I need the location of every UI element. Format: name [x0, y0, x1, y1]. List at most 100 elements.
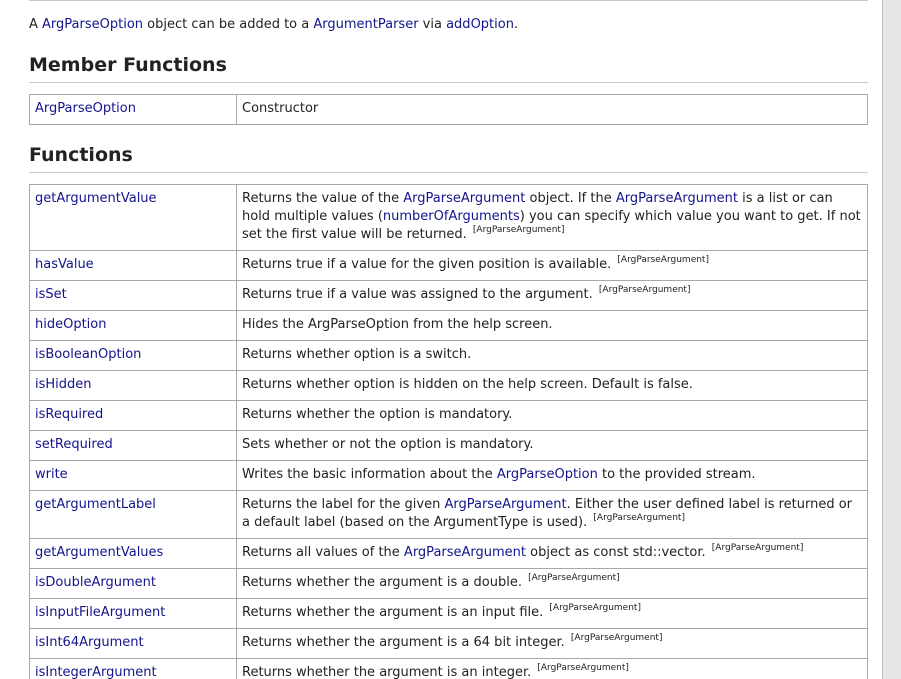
function-description-cell: Returns whether the argument is a double… — [236, 568, 868, 599]
function-name-cell: setRequired — [29, 430, 237, 461]
function-link[interactable]: hideOption — [35, 317, 107, 332]
member-functions-table: ArgParseOption Constructor — [29, 94, 868, 125]
source-class-ref[interactable]: [ArgParseArgument] — [593, 513, 685, 523]
inline-type-link[interactable]: ArgParseOption — [497, 467, 598, 482]
function-link[interactable]: getArgumentLabel — [35, 497, 156, 512]
intro-paragraph: A ArgParseOption object can be added to … — [29, 16, 869, 34]
description-text: Returns all values of the — [242, 545, 404, 560]
function-name-cell: getArgumentLabel — [29, 490, 237, 539]
intro-suffix: . — [513, 17, 519, 32]
description-text: Sets whether or not the option is mandat… — [242, 437, 534, 452]
scrollbar-border — [882, 0, 883, 679]
function-link[interactable]: isHidden — [35, 377, 92, 392]
member-functions-heading: Member Functions — [29, 53, 868, 83]
description-text: object as const std::vector. — [526, 545, 706, 560]
function-name-cell: isInt64Argument — [29, 628, 237, 659]
description-text: Returns the value of the — [242, 191, 404, 206]
top-divider — [29, 0, 868, 1]
link-argparseoption[interactable]: ArgParseOption — [42, 17, 143, 32]
source-class-ref[interactable]: [ArgParseArgument] — [473, 225, 565, 235]
function-name-cell: isInputFileArgument — [29, 598, 237, 629]
function-link[interactable]: ArgParseOption — [35, 101, 136, 116]
source-class-ref[interactable]: [ArgParseArgument] — [528, 573, 620, 583]
intro-prefix: A — [29, 17, 43, 32]
function-name-cell: ArgParseOption — [29, 94, 237, 125]
function-link[interactable]: isIntegerArgument — [35, 665, 157, 679]
function-description-cell: Returns whether the argument is a 64 bit… — [236, 628, 868, 659]
function-link[interactable]: isInputFileArgument — [35, 605, 165, 620]
table-row: isRequired Returns whether the option is … — [29, 400, 868, 431]
function-description-cell: Returns the value of the ArgParseArgumen… — [236, 184, 868, 251]
functions-heading: Functions — [29, 143, 868, 173]
scrollbar-track[interactable] — [882, 0, 901, 679]
table-row: isHidden Returns whether option is hidden… — [29, 370, 868, 401]
link-argumentparser[interactable]: ArgumentParser — [313, 17, 418, 32]
source-class-ref[interactable]: [ArgParseArgument] — [712, 543, 804, 553]
function-description-cell: Returns true if a value was assigned to … — [236, 280, 868, 311]
function-link[interactable]: isSet — [35, 287, 67, 302]
description-text: Hides the ArgParseOption from the help s… — [242, 317, 553, 332]
description-text: Constructor — [242, 101, 319, 116]
function-description-cell: Hides the ArgParseOption from the help s… — [236, 310, 868, 341]
function-description-cell: Returns true if a value for the given po… — [236, 250, 868, 281]
function-link[interactable]: hasValue — [35, 257, 94, 272]
description-text: Returns whether the argument is a 64 bit… — [242, 635, 565, 650]
function-description-cell: Returns whether the argument is an input… — [236, 598, 868, 629]
description-text: Returns whether option is a switch. — [242, 347, 472, 362]
function-description-cell: Sets whether or not the option is mandat… — [236, 430, 868, 461]
function-name-cell: getArgumentValues — [29, 538, 237, 569]
function-description-cell: Returns the label for the given ArgParse… — [236, 490, 868, 539]
description-text: Returns the label for the given — [242, 497, 445, 512]
table-row: isBooleanOption Returns whether option is… — [29, 340, 868, 371]
table-row: ArgParseOption Constructor — [29, 94, 868, 125]
function-name-cell: isDoubleArgument — [29, 568, 237, 599]
function-description-cell: Returns whether the option is mandatory. — [236, 400, 868, 431]
function-link[interactable]: isInt64Argument — [35, 635, 144, 650]
function-name-cell: isRequired — [29, 400, 237, 431]
table-row: setRequired Sets whether or not the optio… — [29, 430, 868, 461]
function-name-cell: isSet — [29, 280, 237, 311]
function-link[interactable]: isRequired — [35, 407, 103, 422]
table-row: getArgumentValues Returns all values of t… — [29, 538, 868, 569]
table-row: isIntegerArgument Returns whether the arg… — [29, 658, 868, 679]
doc-page: A ArgParseOption object can be added to … — [0, 0, 882, 679]
table-row: isDoubleArgument Returns whether the argu… — [29, 568, 868, 599]
inline-type-link[interactable]: ArgParseArgument — [444, 497, 566, 512]
table-row: isSet Returns true if a value was assigne… — [29, 280, 868, 311]
description-text: Writes the basic information about the — [242, 467, 497, 482]
function-name-cell: isBooleanOption — [29, 340, 237, 371]
function-link[interactable]: isDoubleArgument — [35, 575, 156, 590]
inline-type-link[interactable]: numberOfArguments — [383, 209, 520, 224]
table-row: hasValue Returns true if a value for the … — [29, 250, 868, 281]
function-description-cell: Writes the basic information about the A… — [236, 460, 868, 491]
function-description-cell: Constructor — [236, 94, 868, 125]
description-text: Returns whether option is hidden on the … — [242, 377, 693, 392]
description-text: to the provided stream. — [597, 467, 756, 482]
table-row: isInputFileArgument Returns whether the a… — [29, 598, 868, 629]
source-class-ref[interactable]: [ArgParseArgument] — [537, 663, 629, 673]
function-description-cell: Returns all values of the ArgParseArgume… — [236, 538, 868, 569]
table-row: isInt64Argument Returns whether the argum… — [29, 628, 868, 659]
function-description-cell: Returns whether option is hidden on the … — [236, 370, 868, 401]
source-class-ref[interactable]: [ArgParseArgument] — [617, 255, 709, 265]
function-name-cell: isHidden — [29, 370, 237, 401]
source-class-ref[interactable]: [ArgParseArgument] — [599, 285, 691, 295]
function-link[interactable]: isBooleanOption — [35, 347, 141, 362]
function-link[interactable]: getArgumentValues — [35, 545, 163, 560]
source-class-ref[interactable]: [ArgParseArgument] — [571, 633, 663, 643]
source-class-ref[interactable]: [ArgParseArgument] — [549, 603, 641, 613]
table-row: write Writes the basic information about … — [29, 460, 868, 491]
function-link[interactable]: setRequired — [35, 437, 113, 452]
inline-type-link[interactable]: ArgParseArgument — [404, 545, 526, 560]
link-addoption[interactable]: addOption — [446, 17, 514, 32]
function-link[interactable]: write — [35, 467, 68, 482]
table-row: getArgumentValue Returns the value of the… — [29, 184, 868, 251]
function-name-cell: write — [29, 460, 237, 491]
description-text: Returns true if a value was assigned to … — [242, 287, 593, 302]
function-name-cell: hasValue — [29, 250, 237, 281]
description-text: Returns whether the option is mandatory. — [242, 407, 513, 422]
intro-mid1: object can be added to a — [143, 17, 314, 32]
function-link[interactable]: getArgumentValue — [35, 191, 157, 206]
inline-type-link[interactable]: ArgParseArgument — [403, 191, 525, 206]
inline-type-link[interactable]: ArgParseArgument — [616, 191, 738, 206]
